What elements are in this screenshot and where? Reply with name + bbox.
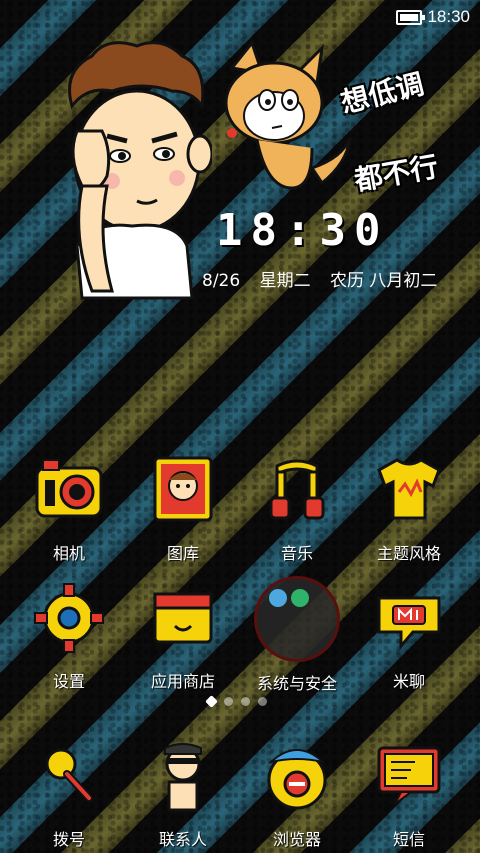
app-settings[interactable]: 设置 xyxy=(14,580,124,692)
contacts-icon xyxy=(164,743,202,812)
app-label: 音乐 xyxy=(280,544,313,563)
camera-icon xyxy=(35,459,103,518)
gallery-icon xyxy=(153,456,213,522)
clock-widget-date-row[interactable]: 8/26 星期二 农历 八月初二 xyxy=(202,266,451,291)
music-icon xyxy=(269,459,325,520)
clock-widget-time[interactable]: 18:30 xyxy=(216,205,388,256)
app-label: 浏览器 xyxy=(272,830,321,849)
dock-contacts[interactable]: 联系人 xyxy=(128,738,238,850)
page-dot-active[interactable] xyxy=(205,695,218,708)
page-dot[interactable] xyxy=(224,697,233,706)
app-label: 系统与安全 xyxy=(256,674,337,693)
lunar-date-text: 农历 八月初二 xyxy=(330,271,438,291)
folder-system-security[interactable]: 系统与安全 xyxy=(242,576,352,694)
app-label: 短信 xyxy=(392,830,425,849)
dock-phone[interactable]: 拨号 xyxy=(14,738,124,850)
app-label: 相机 xyxy=(52,544,85,563)
app-label: 拨号 xyxy=(52,830,85,849)
weekday-text: 星期二 xyxy=(259,271,311,291)
dock-messages[interactable]: 短信 xyxy=(354,738,464,850)
cloud-icon xyxy=(269,589,287,607)
status-time: 18:30 xyxy=(427,7,470,26)
phone-icon xyxy=(45,748,93,802)
app-miliao[interactable]: 米聊 xyxy=(354,580,464,692)
app-label: 图库 xyxy=(166,544,199,563)
page-dot[interactable] xyxy=(241,697,250,706)
app-label: 应用商店 xyxy=(150,672,215,691)
status-bar: 18:30 xyxy=(0,0,480,36)
app-label: 设置 xyxy=(52,672,85,691)
app-label: 米聊 xyxy=(392,672,425,691)
page-dot[interactable] xyxy=(258,697,267,706)
cartoon-boy-illustration xyxy=(68,41,212,300)
cartoon-dog-illustration xyxy=(224,39,352,190)
app-music[interactable]: 音乐 xyxy=(242,452,352,564)
app-store[interactable]: 应用商店 xyxy=(128,580,238,692)
date-text: 8/26 xyxy=(202,271,241,291)
app-label: 主题风格 xyxy=(376,544,441,563)
app-gallery[interactable]: 图库 xyxy=(128,452,238,564)
settings-icon xyxy=(34,583,104,653)
theme-icon xyxy=(377,458,441,520)
miliao-icon xyxy=(377,596,441,651)
browser-icon xyxy=(267,749,327,810)
page-indicator[interactable] xyxy=(205,695,267,708)
shield-icon xyxy=(291,589,309,607)
battery-icon xyxy=(396,10,425,25)
app-store-icon xyxy=(153,592,213,644)
dock-browser[interactable]: 浏览器 xyxy=(242,738,352,850)
app-label: 联系人 xyxy=(158,830,207,849)
folder-icon xyxy=(254,576,340,662)
app-camera[interactable]: 相机 xyxy=(14,452,124,564)
app-theme[interactable]: 主题风格 xyxy=(354,452,464,564)
messages-icon xyxy=(377,746,441,805)
